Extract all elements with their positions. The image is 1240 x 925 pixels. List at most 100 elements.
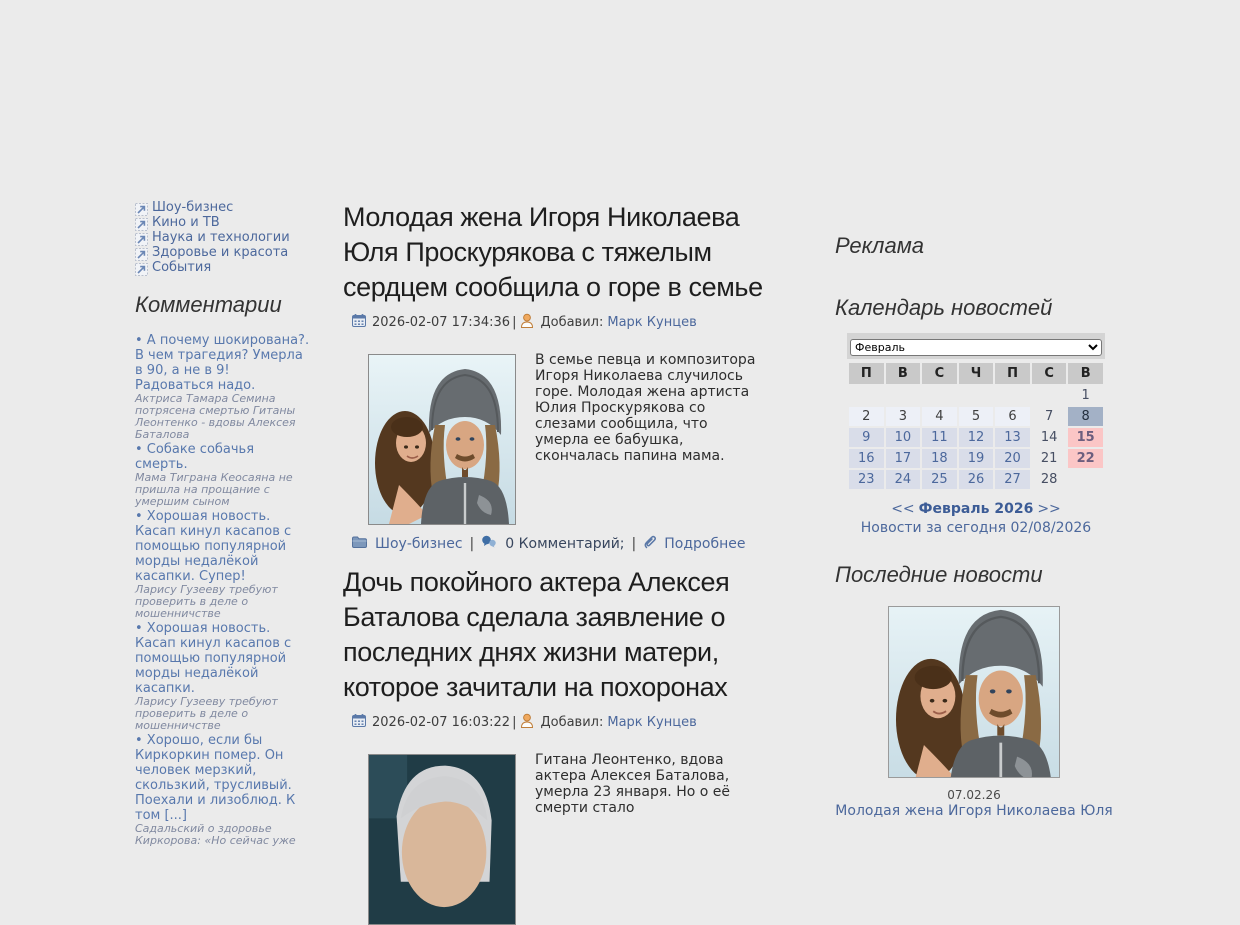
calendar-day-10[interactable]: 10 (886, 428, 921, 447)
calendar-day-7: 7 (1032, 407, 1067, 426)
arrow-icon (135, 231, 148, 244)
category-link[interactable]: Шоу-бизнес (375, 536, 463, 552)
calendar-empty-cell (1068, 470, 1103, 489)
calendar-day-5: 5 (959, 407, 994, 426)
calendar-day-18[interactable]: 18 (922, 449, 957, 468)
arrow-icon (135, 261, 148, 274)
sidebar-category-item[interactable]: Кино и ТВ (135, 215, 310, 230)
article-body-2: Гитана Леонтенко, вдова актера Алексея Б… (343, 750, 764, 925)
paperclip-icon (643, 534, 656, 553)
article-photo-couple (368, 354, 516, 525)
sidebar-category-item[interactable]: Наука и технологии (135, 230, 310, 245)
author-link-2[interactable]: Марк Кунцев (607, 715, 696, 730)
sidebar-category-link[interactable]: Здоровье и красота (152, 245, 288, 260)
calendar-icon (352, 314, 366, 331)
calendar-day-16[interactable]: 16 (849, 449, 884, 468)
next-month-link[interactable]: >> (1037, 501, 1060, 517)
top-banner-space (0, 0, 1240, 175)
month-select-wrap: Февраль (847, 333, 1105, 359)
calendar-day-11[interactable]: 11 (922, 428, 957, 447)
article-date-2: 2026-02-07 16:03:22 (372, 715, 510, 730)
comment-text-link[interactable]: • Хорошая новость. Касап кинул касапов с… (135, 509, 310, 584)
sidebar-category-item[interactable]: Шоу-бизнес (135, 200, 310, 215)
calendar-day-22[interactable]: 22 (1068, 449, 1103, 468)
comment-source-link[interactable]: Ларису Гузееву требуют проверить в деле … (135, 696, 310, 732)
comment-text-link[interactable]: • А почему шокирована?. В чем трагедия? … (135, 333, 310, 393)
added-label: Добавил: (540, 315, 603, 330)
month-select[interactable]: Февраль (850, 339, 1102, 356)
calendar-icon (352, 714, 366, 731)
calendar-day-21: 21 (1032, 449, 1067, 468)
read-more-link[interactable]: Подробнее (664, 536, 745, 552)
article-title-2[interactable]: Дочь покойного актера Алексея Баталова с… (343, 565, 764, 705)
calendar-empty-cell (995, 386, 1030, 405)
prev-month-link[interactable]: << (891, 501, 914, 517)
sidebar-category-item[interactable]: События (135, 260, 310, 275)
comment-text-link[interactable]: • Собаке собачья смерть. (135, 442, 310, 472)
calendar-heading: Календарь новостей (835, 295, 1113, 321)
ads-heading: Реклама (835, 233, 1113, 259)
calendar-day-19[interactable]: 19 (959, 449, 994, 468)
comments-list: • А почему шокирована?. В чем трагедия? … (135, 333, 310, 847)
latest-news-link[interactable]: Молодая жена Игоря Николаева Юля (835, 803, 1113, 819)
comment-entry: • А почему шокирована?. В чем трагедия? … (135, 333, 310, 441)
today-news-line: Новости за сегодня 02/08/2026 (847, 520, 1105, 536)
comment-text-link[interactable]: • Хорошая новость. Касап кинул касапов с… (135, 621, 310, 696)
today-news-link[interactable]: Новости за сегодня 02/08/2026 (861, 520, 1091, 536)
calendar-day-3: 3 (886, 407, 921, 426)
calendar-day-25[interactable]: 25 (922, 470, 957, 489)
calendar-day-6: 6 (995, 407, 1030, 426)
sidebar-category-link[interactable]: Шоу-бизнес (152, 200, 233, 215)
folder-icon (352, 536, 367, 552)
weekday-header: С (922, 363, 957, 384)
comment-entry: • Собаке собачья смерть.Мама Тиграна Кео… (135, 442, 310, 508)
article-title[interactable]: Молодая жена Игоря Николаева Юля Проскур… (343, 200, 764, 305)
comment-text-link[interactable]: • Хорошо, если бы Киркоркин помер. Он че… (135, 733, 310, 823)
article-1: Молодая жена Игоря Николаева Юля Проскур… (343, 200, 764, 553)
calendar-table: ПВСЧПСВ 12345678910111213141516171819202… (847, 361, 1105, 491)
calendar-day-23[interactable]: 23 (849, 470, 884, 489)
calendar-day-12[interactable]: 12 (959, 428, 994, 447)
footer-pipe: | (470, 536, 475, 552)
calendar-day-2: 2 (849, 407, 884, 426)
added-label-2: Добавил: (540, 715, 603, 730)
sidebar-category-link[interactable]: Наука и технологии (152, 230, 290, 245)
sidebar-category-link[interactable]: Кино и ТВ (152, 215, 220, 230)
news-calendar: Февраль ПВСЧПСВ 123456789101112131415161… (847, 333, 1105, 491)
article-date: 2026-02-07 17:34:36 (372, 315, 510, 330)
article-meta: 2026-02-07 17:34:36 | Добавил: Марк Кунц… (343, 313, 764, 332)
comment-source-link[interactable]: Мама Тиграна Кеосаяна не пришла на проща… (135, 472, 310, 508)
comment-source-link[interactable]: Садальский о здоровье Киркорова: «Но сей… (135, 823, 310, 847)
arrow-icon (135, 216, 148, 229)
meta-separator: | (512, 315, 516, 330)
weekday-header: П (849, 363, 884, 384)
calendar-day-13[interactable]: 13 (995, 428, 1030, 447)
calendar-nav: << Февраль 2026>> (847, 501, 1105, 517)
right-sidebar: Реклама Календарь новостей Февраль ПВСЧП… (835, 233, 1113, 819)
latest-news-photo[interactable] (888, 606, 1060, 778)
arrow-icon (135, 246, 148, 259)
article-footer: Шоу-бизнес | 0 Комментарий; | Подробнее (343, 534, 764, 553)
sidebar-category-link[interactable]: События (152, 260, 211, 275)
article-2: Дочь покойного актера Алексея Баталова с… (343, 565, 764, 925)
calendar-day-24[interactable]: 24 (886, 470, 921, 489)
calendar-empty-cell (959, 386, 994, 405)
calendar-day-17[interactable]: 17 (886, 449, 921, 468)
comment-source-link[interactable]: Актриса Тамара Семина потрясена смертью … (135, 393, 310, 441)
author-link[interactable]: Марк Кунцев (607, 315, 696, 330)
calendar-day-8[interactable]: 8 (1068, 407, 1103, 426)
calendar-day-15[interactable]: 15 (1068, 428, 1103, 447)
comments-count-link[interactable]: 0 Комментарий; (505, 536, 624, 552)
current-month-label: Февраль 2026 (919, 501, 1034, 517)
calendar-empty-cell (886, 386, 921, 405)
comment-entry: • Хорошая новость. Касап кинул касапов с… (135, 621, 310, 732)
calendar-day-26[interactable]: 26 (959, 470, 994, 489)
calendar-day-9[interactable]: 9 (849, 428, 884, 447)
calendar-day-27[interactable]: 27 (995, 470, 1030, 489)
calendar-empty-cell (1032, 386, 1067, 405)
weekday-header: П (995, 363, 1030, 384)
sidebar-category-item[interactable]: Здоровье и красота (135, 245, 310, 260)
comment-entry: • Хорошо, если бы Киркоркин помер. Он че… (135, 733, 310, 847)
comment-source-link[interactable]: Ларису Гузееву требуют проверить в деле … (135, 584, 310, 620)
calendar-day-20[interactable]: 20 (995, 449, 1030, 468)
